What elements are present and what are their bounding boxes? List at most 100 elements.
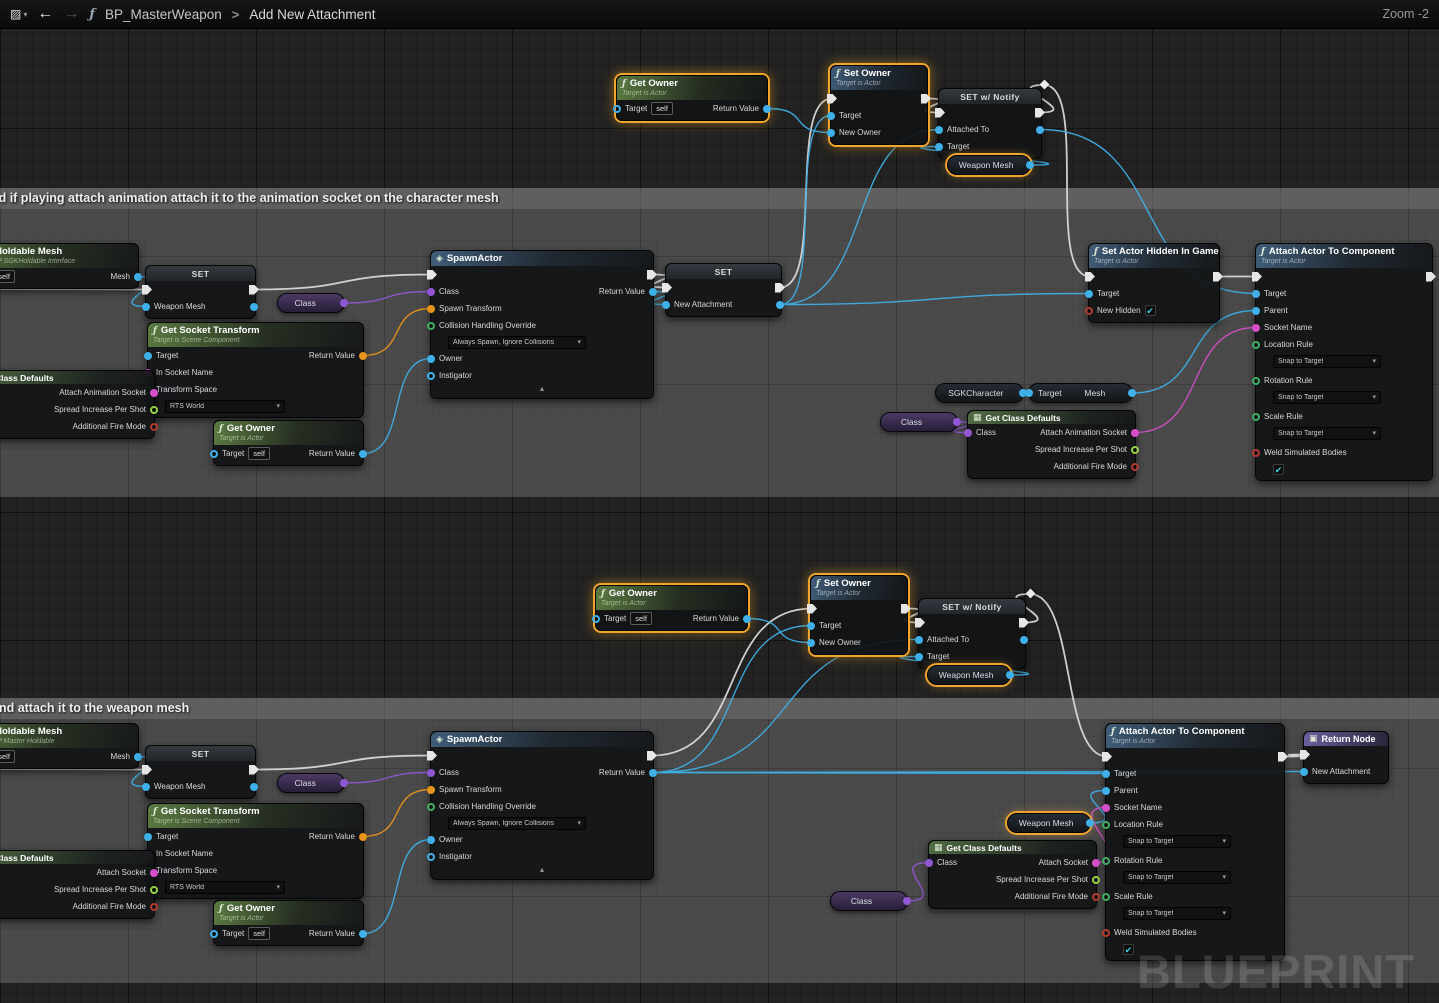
exec-pin[interactable] — [935, 108, 945, 118]
node-sgk-holdable-mesh[interactable]: ƒSGK Holdable MeshTarget is BP SGKHoldab… — [0, 243, 139, 289]
node-class[interactable]: Class — [277, 293, 345, 313]
exec-pin[interactable] — [662, 283, 672, 293]
value-pin[interactable] — [953, 418, 961, 426]
spawn-transform-pin[interactable] — [427, 786, 435, 794]
text-input[interactable]: self — [651, 102, 673, 115]
dropdown[interactable]: Snap to Target▾ — [1273, 391, 1381, 404]
value-pin[interactable] — [250, 303, 258, 311]
target-pin[interactable] — [807, 622, 815, 630]
node-class[interactable]: Class — [830, 891, 908, 911]
scale-rule-pin[interactable] — [1252, 413, 1260, 421]
node-set-w-notify[interactable]: SET w/ NotifyAttached ToTarget — [918, 598, 1026, 669]
exec-pin[interactable] — [427, 270, 437, 280]
target-pin[interactable] — [1102, 770, 1110, 778]
node-sgkcharacter[interactable]: SGKCharacter — [935, 383, 1024, 403]
node-set-w-notify[interactable]: SET w/ NotifyAttached ToTarget — [938, 88, 1042, 159]
weld-simulated-bodies-pin[interactable] — [1252, 449, 1260, 457]
return-value-pin[interactable] — [359, 833, 367, 841]
additional-fire-mode-pin[interactable] — [150, 423, 158, 431]
return-value-pin[interactable] — [743, 615, 751, 623]
exec-pin[interactable] — [1035, 108, 1045, 118]
return-value-pin[interactable] — [763, 105, 771, 113]
node-set[interactable]: SETWeapon Mesh — [145, 265, 256, 319]
node-set[interactable]: SETWeapon Mesh — [145, 745, 256, 799]
target-pin[interactable] — [210, 930, 218, 938]
spread-increase-per-shot-pin[interactable] — [1131, 446, 1139, 454]
owner-pin[interactable] — [427, 355, 435, 363]
rotation-rule-pin[interactable] — [1102, 857, 1110, 865]
node-set-owner[interactable]: ƒSet OwnerTarget is ActorTargetNew Owner — [830, 65, 928, 145]
dropdown[interactable]: Always Spawn, Ignore Collisions▾ — [448, 817, 586, 830]
node-get-owner[interactable]: ƒGet OwnerTarget is ActorTargetselfRetur… — [213, 900, 364, 946]
location-rule-pin[interactable] — [1102, 821, 1110, 829]
attached-to-pin[interactable] — [935, 126, 943, 134]
additional-fire-mode-pin[interactable] — [1092, 893, 1100, 901]
node-sgk-holdable-mesh[interactable]: ƒSGK Holdable MeshTarget is BP Master Ho… — [0, 723, 139, 769]
checkbox[interactable]: ✔ — [1273, 464, 1284, 475]
target-pin[interactable] — [210, 450, 218, 458]
node-set[interactable]: SETNew Attachment — [665, 263, 782, 317]
exec-pin[interactable] — [921, 94, 931, 104]
value-pin[interactable] — [1020, 636, 1028, 644]
return-value-pin[interactable] — [359, 450, 367, 458]
collision-handling-override-pin[interactable] — [427, 322, 435, 330]
forward-button[interactable]: → — [63, 5, 79, 23]
dropdown[interactable]: RTS World▾ — [165, 881, 285, 894]
text-input[interactable]: self — [248, 447, 270, 460]
value-pin[interactable] — [340, 779, 348, 787]
spread-increase-per-shot-pin[interactable] — [150, 886, 158, 894]
value-pin[interactable] — [1086, 819, 1094, 827]
attach-animation-socket-pin[interactable] — [1131, 429, 1139, 437]
target-pin[interactable] — [144, 833, 152, 841]
parent-pin[interactable] — [1252, 307, 1260, 315]
instigator-pin[interactable] — [427, 853, 435, 861]
node-get-owner[interactable]: ƒGet OwnerTarget is ActorTargetselfRetur… — [213, 420, 364, 466]
text-input[interactable]: self — [248, 927, 270, 940]
value-pin[interactable] — [1036, 126, 1044, 134]
class-pin[interactable] — [427, 769, 435, 777]
exec-pin[interactable] — [901, 604, 911, 614]
node-spawnactor[interactable]: ◈SpawnActorClassReturn ValueSpawn Transf… — [430, 731, 654, 880]
location-rule-pin[interactable] — [1252, 341, 1260, 349]
exec-pin[interactable] — [1252, 272, 1262, 282]
exec-pin[interactable] — [1019, 618, 1029, 628]
return-value-pin[interactable] — [649, 288, 657, 296]
dropdown[interactable]: Always Spawn, Ignore Collisions▾ — [448, 336, 586, 349]
spread-increase-per-shot-pin[interactable] — [1092, 876, 1100, 884]
text-input[interactable]: self — [630, 612, 652, 625]
dropdown[interactable]: Snap to Target▾ — [1123, 835, 1231, 848]
exec-pin[interactable] — [1085, 272, 1095, 282]
node-mesh[interactable]: TargetMesh — [1028, 383, 1133, 403]
reroute-node[interactable] — [1040, 80, 1050, 90]
exec-pin[interactable] — [915, 618, 925, 628]
reroute-node[interactable] — [1026, 589, 1036, 599]
rotation-rule-pin[interactable] — [1252, 377, 1260, 385]
exec-pin[interactable] — [1102, 752, 1112, 762]
class-pin[interactable] — [427, 288, 435, 296]
node-get-owner[interactable]: ƒGet OwnerTarget is ActorTargetselfRetur… — [595, 585, 748, 631]
exec-pin[interactable] — [827, 94, 837, 104]
spread-increase-per-shot-pin[interactable] — [150, 406, 158, 414]
target-pin[interactable] — [592, 615, 600, 623]
value-pin[interactable] — [1026, 161, 1034, 169]
node-class[interactable]: Class — [880, 412, 958, 432]
node-return-node[interactable]: ▣Return NodeNew Attachment — [1303, 731, 1389, 784]
node-get-class-defaults[interactable]: ▦Get Class DefaultsClassAttach Animation… — [0, 370, 155, 439]
attach-socket-pin[interactable] — [1092, 859, 1100, 867]
class-pin[interactable] — [925, 859, 933, 867]
text-input[interactable]: self — [0, 750, 15, 763]
target-pin[interactable] — [1025, 389, 1033, 397]
node-class[interactable]: Class — [277, 773, 345, 793]
node-attach-actor-to-component[interactable]: ƒAttach Actor To ComponentTarget is Acto… — [1105, 723, 1285, 961]
exec-pin[interactable] — [1300, 750, 1310, 760]
back-button[interactable]: ← — [37, 5, 53, 23]
node-get-socket-transform[interactable]: ƒGet Socket TransformTarget is Scene Com… — [147, 322, 364, 418]
owner-pin[interactable] — [427, 836, 435, 844]
node-get-class-defaults[interactable]: ▦Get Class DefaultsClassAttach SocketSpr… — [0, 850, 155, 919]
asset-menu-button[interactable]: ▨ ▾ — [10, 7, 27, 21]
additional-fire-mode-pin[interactable] — [150, 903, 158, 911]
attach-socket-pin[interactable] — [150, 869, 158, 877]
node-set-owner[interactable]: ƒSet OwnerTarget is ActorTargetNew Owner — [810, 575, 908, 655]
node-get-owner[interactable]: ƒGet OwnerTarget is ActorTargetselfRetur… — [616, 75, 768, 121]
node-set-actor-hidden-in-game[interactable]: ƒSet Actor Hidden In GameTarget is Actor… — [1088, 243, 1220, 323]
